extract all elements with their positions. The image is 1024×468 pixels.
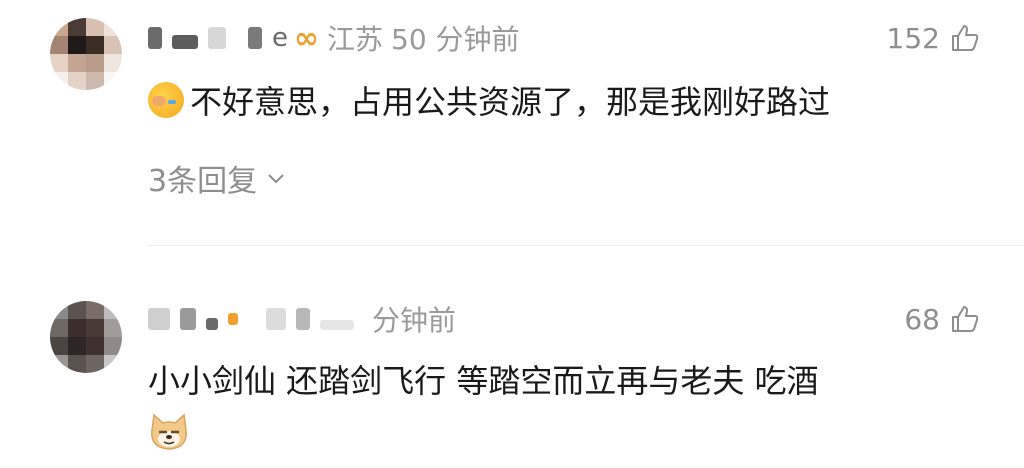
username-blurred[interactable] [266, 308, 286, 330]
thumbs-up-icon [952, 306, 979, 332]
comment-1: e ∞ 江苏 50 分钟前 152 不好意思，占用公共资源了，那是我刚好路过 3… [0, 0, 1024, 245]
like-count: 68 [904, 302, 940, 336]
username-blurred[interactable] [296, 308, 310, 330]
view-replies-button[interactable]: 3条回复 [148, 158, 287, 199]
face-palm-crying-emoji [148, 82, 184, 118]
doge-emoji [151, 413, 187, 450]
avatar[interactable] [50, 18, 122, 90]
comment-meta: e ∞ 江苏 50 分钟前 [148, 18, 520, 58]
chevron-down-icon [268, 174, 284, 184]
username-blurred[interactable] [148, 308, 170, 330]
like-button[interactable]: 68 [904, 299, 980, 339]
username-blurred[interactable] [180, 308, 196, 330]
timestamp: 50 分钟前 [391, 23, 520, 56]
comment-meta: 分钟前 [148, 299, 456, 339]
username-blurred[interactable] [206, 318, 218, 330]
username-blurred[interactable] [208, 27, 226, 49]
comment-body: 不好意思，占用公共资源了，那是我刚好路过 [190, 83, 831, 121]
comment-text: 小小剑仙 还踏剑飞行 等踏空而立再与老夫 吃酒 [148, 357, 819, 401]
username-char[interactable]: e [272, 23, 288, 53]
replies-label: 3条回复 [148, 164, 258, 199]
comment-body: 小小剑仙 还踏剑飞行 等踏空而立再与老夫 吃酒 [148, 362, 819, 400]
like-button[interactable]: 152 [887, 18, 980, 58]
like-count: 152 [886, 21, 940, 55]
timestamp: 分钟前 [372, 304, 457, 337]
thumbs-up-icon [952, 25, 979, 51]
comment-text: 不好意思，占用公共资源了，那是我刚好路过 [148, 78, 830, 122]
vip-badge-icon: ∞ [294, 20, 319, 56]
username-blurred[interactable] [172, 35, 198, 49]
username-blurred[interactable] [228, 313, 238, 325]
username-blurred[interactable] [248, 27, 262, 49]
username-blurred[interactable] [320, 320, 354, 330]
location-label: 江苏 [327, 23, 384, 56]
username-blurred[interactable] [148, 27, 162, 49]
avatar[interactable] [50, 301, 122, 373]
